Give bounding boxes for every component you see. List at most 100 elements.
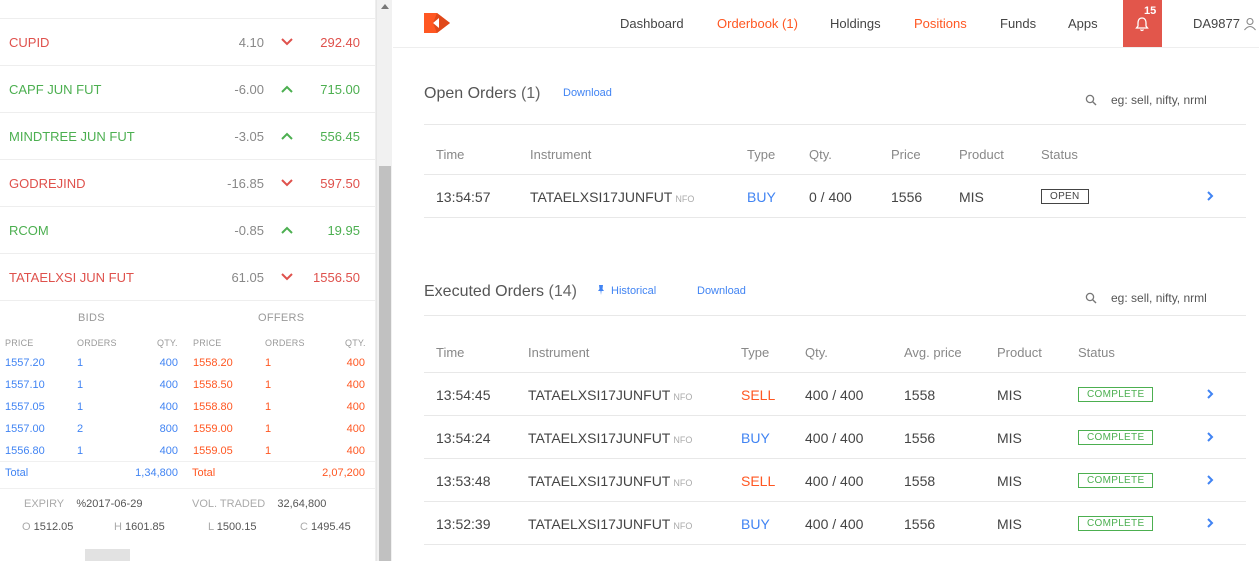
- depth-row: 1557.05 1 400 1558.80 1 400: [0, 401, 375, 423]
- bid-qty-col: QTY.: [157, 338, 178, 348]
- status-badge: COMPLETE: [1078, 516, 1154, 531]
- open-th-qty[interactable]: Qty.: [809, 147, 832, 162]
- scrollbar-thumb[interactable]: [379, 166, 391, 561]
- exec-th-type[interactable]: Type: [741, 345, 769, 360]
- nav-holdings[interactable]: Holdings: [830, 0, 881, 47]
- exec-th-product[interactable]: Product: [997, 345, 1042, 360]
- open-orders-download-link[interactable]: Download: [563, 87, 612, 99]
- notifications-button[interactable]: 15: [1123, 0, 1162, 47]
- bid-price[interactable]: 1557.10: [5, 379, 45, 391]
- offers-heading: OFFERS: [258, 312, 305, 324]
- ask-qty: 400: [346, 401, 365, 413]
- price-change: -3.05: [234, 129, 264, 144]
- open-th-status[interactable]: Status: [1041, 147, 1078, 162]
- price-change: 4.10: [238, 35, 264, 50]
- exec-th-time[interactable]: Time: [436, 345, 464, 360]
- bid-qty: 400: [159, 379, 178, 391]
- ask-price[interactable]: 1558.20: [193, 357, 233, 369]
- ask-price[interactable]: 1559.00: [193, 423, 233, 435]
- order-instrument: TATAELXSI17JUNFUT NFO: [528, 516, 692, 532]
- nav-apps[interactable]: Apps: [1068, 0, 1098, 47]
- last-traded-price: 19.95: [327, 223, 360, 238]
- order-row[interactable]: 13:54:57 TATAELXSI17JUNFUT NFO BUY 0 / 400 15…: [393, 175, 1259, 218]
- exchange-tag: NFO: [673, 521, 693, 531]
- chevron-right-icon[interactable]: [1206, 474, 1214, 489]
- depth-row: 1557.10 1 400 1558.50 1 400: [0, 379, 375, 401]
- user-id: DA9877: [1193, 16, 1240, 31]
- order-qty: 400 / 400: [805, 473, 864, 489]
- ask-price[interactable]: 1558.50: [193, 379, 233, 391]
- instrument-name: TATAELXSI17JUNFUT: [528, 516, 671, 532]
- historical-link[interactable]: Historical: [597, 285, 656, 297]
- pin-icon: [598, 285, 604, 295]
- order-product: MIS: [997, 473, 1022, 489]
- order-instrument: TATAELXSI17JUNFUT NFO: [528, 430, 692, 446]
- chevron-right-icon[interactable]: [1206, 431, 1214, 446]
- order-row[interactable]: 13:52:39 TATAELXSI17JUNFUT NFO BUY 400 / 400…: [393, 502, 1259, 545]
- order-row[interactable]: 13:53:48 TATAELXSI17JUNFUT NFO SELL 400 / 40…: [393, 459, 1259, 502]
- executed-orders-search-input[interactable]: eg: sell, nifty, nrml: [1111, 291, 1207, 305]
- executed-orders-search[interactable]: eg: sell, nifty, nrml: [1085, 289, 1245, 309]
- order-row[interactable]: 13:54:45 TATAELXSI17JUNFUT NFO SELL 400 / 40…: [393, 373, 1259, 416]
- instrument-name: TATAELXSI17JUNFUT: [528, 430, 671, 446]
- open-th-price[interactable]: Price: [891, 147, 921, 162]
- horizontal-scroll-thumb[interactable]: [85, 549, 130, 561]
- open-th-product[interactable]: Product: [959, 147, 1004, 162]
- order-row[interactable]: 13:54:24 TATAELXSI17JUNFUT NFO BUY 400 / 400…: [393, 416, 1259, 459]
- executed-orders-download-link[interactable]: Download: [697, 285, 746, 297]
- exec-th-price[interactable]: Avg. price: [904, 345, 962, 360]
- bid-price[interactable]: 1557.20: [5, 357, 45, 369]
- last-traded-price: 556.45: [320, 129, 360, 144]
- watchlist-item[interactable]: CUPID 4.10 292.40: [0, 19, 375, 66]
- user-menu[interactable]: DA9877: [1193, 0, 1256, 47]
- open-orders-search-input[interactable]: eg: sell, nifty, nrml: [1111, 93, 1207, 107]
- watchlist: NCC-BE 0.15 74.55 CUPID 4.10 292.40 CAPF JUN F…: [0, 0, 375, 301]
- exchange-tag: NFO: [675, 194, 695, 204]
- bid-orders: 1: [77, 401, 84, 413]
- low-price: L 1500.15: [208, 521, 257, 533]
- watchlist-item[interactable]: NCC-BE 0.15 74.55: [0, 0, 375, 19]
- kite-logo-icon[interactable]: [424, 13, 450, 36]
- last-traded-price: 597.50: [320, 176, 360, 191]
- watchlist-item[interactable]: RCOM -0.85 19.95: [0, 207, 375, 254]
- order-product: MIS: [959, 189, 984, 205]
- bid-qty: 800: [159, 423, 178, 435]
- high-price: H 1601.85: [114, 521, 165, 533]
- instrument-symbol: MINDTREE JUN FUT: [9, 129, 135, 144]
- volume-traded: VOL. TRADED 32,64,800: [192, 498, 327, 510]
- scroll-up-arrow-icon[interactable]: [381, 4, 389, 9]
- order-product: MIS: [997, 430, 1022, 446]
- bid-price[interactable]: 1557.00: [5, 423, 45, 435]
- nav-funds[interactable]: Funds: [1000, 0, 1036, 47]
- open-th-type[interactable]: Type: [747, 147, 775, 162]
- bids-heading: BIDS: [78, 312, 105, 324]
- bid-price[interactable]: 1557.05: [5, 401, 45, 413]
- price-change: -0.85: [234, 223, 264, 238]
- ask-price[interactable]: 1558.80: [193, 401, 233, 413]
- nav-positions[interactable]: Positions: [914, 0, 967, 47]
- exec-th-status[interactable]: Status: [1078, 345, 1115, 360]
- open-th-instrument[interactable]: Instrument: [530, 147, 591, 162]
- watchlist-item[interactable]: CAPF JUN FUT -6.00 715.00: [0, 66, 375, 113]
- ask-price[interactable]: 1559.05: [193, 445, 233, 457]
- nav-dashboard[interactable]: Dashboard: [620, 0, 684, 47]
- watchlist-item[interactable]: TATAELXSI JUN FUT 61.05 1556.50: [0, 254, 375, 301]
- watchlist-scrollbar[interactable]: [376, 0, 392, 561]
- order-qty: 0 / 400: [809, 189, 852, 205]
- bid-total: 1,34,800: [135, 467, 178, 479]
- watchlist-item[interactable]: MINDTREE JUN FUT -3.05 556.45: [0, 113, 375, 160]
- exec-th-instrument[interactable]: Instrument: [528, 345, 589, 360]
- chevron-right-icon[interactable]: [1206, 190, 1214, 205]
- nav-orderbook[interactable]: Orderbook (1): [717, 0, 798, 47]
- open-th-time[interactable]: Time: [436, 147, 464, 162]
- chevron-right-icon[interactable]: [1206, 517, 1214, 532]
- order-instrument: TATAELXSI17JUNFUT NFO: [528, 387, 692, 403]
- watchlist-item[interactable]: GODREJIND -16.85 597.50: [0, 160, 375, 207]
- open-orders-search[interactable]: eg: sell, nifty, nrml: [1085, 91, 1245, 111]
- exec-th-qty[interactable]: Qty.: [805, 345, 828, 360]
- bid-price[interactable]: 1556.80: [5, 445, 45, 457]
- open-orders-title: Open Orders (1): [424, 85, 541, 102]
- chevron-right-icon[interactable]: [1206, 388, 1214, 403]
- bid-orders: 2: [77, 423, 84, 435]
- arrow-down-icon: [280, 36, 294, 48]
